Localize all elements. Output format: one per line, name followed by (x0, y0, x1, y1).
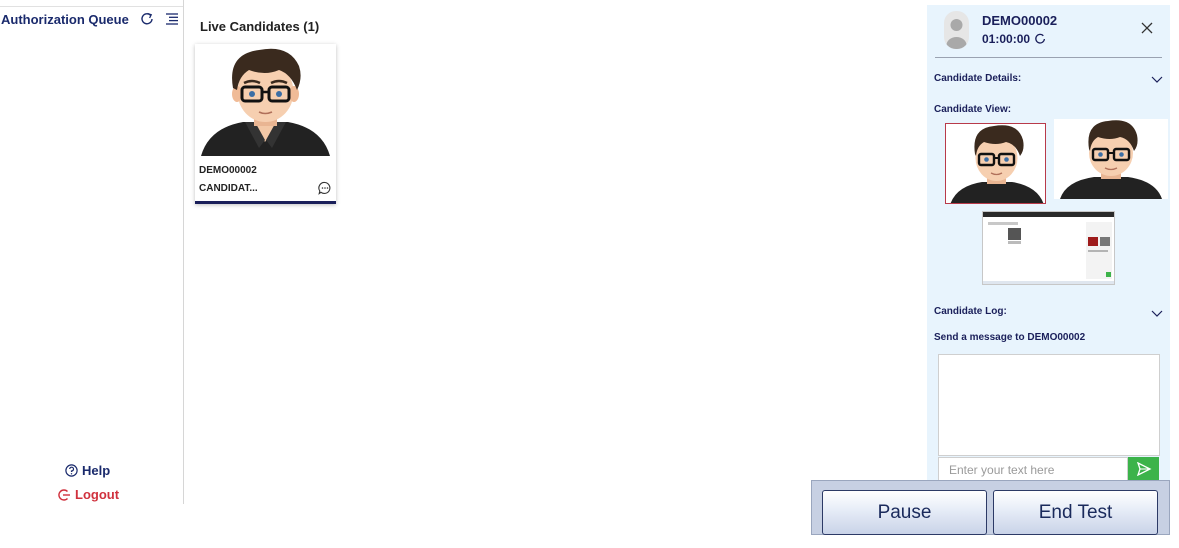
candidate-panel: DEMO00002 01:00:00 Candidate Details: Ca… (927, 5, 1170, 487)
refresh-icon[interactable] (1034, 33, 1046, 45)
candidate-view-webcam[interactable] (1054, 119, 1168, 199)
session-timer: 01:00:00 (982, 32, 1046, 46)
candidate-photo (199, 44, 332, 156)
pause-button[interactable]: Pause (822, 490, 987, 535)
logout-link[interactable]: Logout (57, 487, 119, 502)
sidebar-divider (0, 6, 183, 7)
help-circle-icon (65, 464, 78, 477)
candidate-name: CANDIDAT... (199, 183, 258, 194)
candidate-card[interactable]: DEMO00002 CANDIDAT... (195, 44, 336, 204)
candidate-view-label: Candidate View: (934, 104, 1012, 115)
sidebar-title: Authorization Queue (1, 12, 129, 27)
candidate-details-label: Candidate Details: (934, 73, 1022, 84)
candidate-log-label: Candidate Log: (934, 306, 1007, 317)
message-history[interactable] (938, 354, 1160, 456)
refresh-icon[interactable] (140, 12, 154, 26)
candidate-id: DEMO00002 (199, 165, 257, 176)
menu-list-icon[interactable] (165, 12, 179, 26)
avatar (944, 11, 969, 49)
help-label: Help (82, 463, 111, 478)
timer-value: 01:00:00 (982, 32, 1031, 46)
send-icon (1136, 461, 1151, 476)
chat-bubble-icon[interactable] (318, 181, 332, 195)
sidebar: Authorization Queue Help Logout (0, 0, 184, 504)
chevron-down-icon[interactable] (1151, 310, 1163, 318)
logout-label: Logout (75, 487, 120, 502)
logout-icon (58, 488, 70, 501)
candidate-view-photo[interactable] (945, 123, 1046, 204)
close-icon[interactable] (1140, 21, 1154, 35)
panel-candidate-id: DEMO00002 (982, 13, 1058, 28)
chevron-down-icon[interactable] (1151, 76, 1163, 84)
app-root: Authorization Queue Help Logout Live Can… (0, 0, 1179, 548)
action-bar: Pause End Test (811, 480, 1170, 535)
message-label: Send a message to DEMO00002 (934, 332, 1086, 343)
help-link[interactable]: Help (65, 463, 110, 478)
candidate-view-screen[interactable] (982, 211, 1115, 285)
page-title: Live Candidates (1) (200, 19, 320, 34)
end-test-button[interactable]: End Test (993, 490, 1158, 535)
panel-divider (935, 57, 1162, 58)
